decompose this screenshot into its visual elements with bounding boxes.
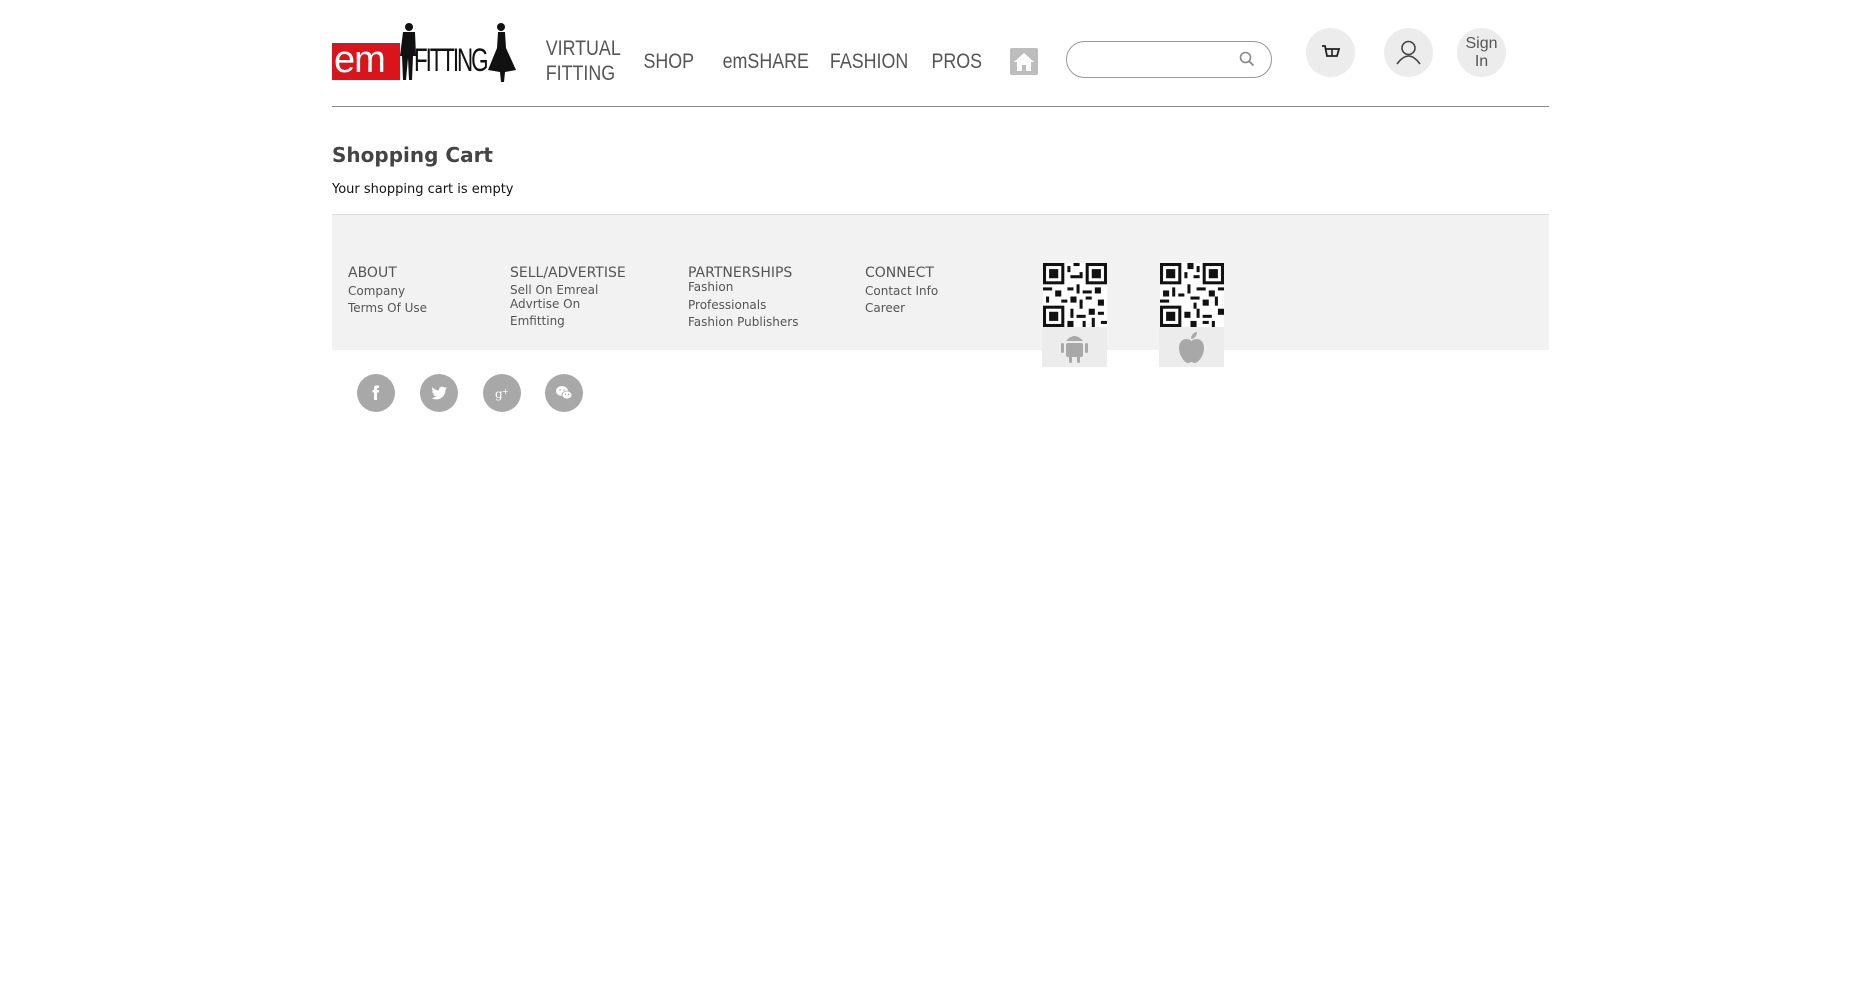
twitter-icon: [431, 386, 447, 400]
nav-virtual-fitting[interactable]: VIRTUAL FITTING: [546, 36, 621, 86]
twitter-button[interactable]: [420, 374, 458, 412]
ios-tab[interactable]: [1159, 327, 1224, 367]
facebook-icon: [372, 385, 379, 400]
cart-button[interactable]: [1306, 28, 1355, 77]
user-icon: [1396, 40, 1421, 65]
site-header: em FITTING VIRTUAL FITTING SHOP emSHARE …: [332, 0, 1549, 107]
emfitting-logo[interactable]: em FITTING: [332, 22, 517, 84]
footer-link-sell-on-emreal[interactable]: Sell On Emreal: [510, 283, 626, 297]
footer-link-terms[interactable]: Terms Of Use: [348, 300, 427, 316]
footer-link-emfitting[interactable]: Emfitting: [510, 313, 626, 329]
android-icon: [1061, 336, 1088, 363]
footer-sell: SELL/ADVERTISE Sell On Emreal Advrtise O…: [510, 265, 626, 329]
footer-connect: CONNECT Contact Info Career: [865, 265, 938, 316]
logo-em-text: em: [332, 41, 400, 80]
footer-link-contact-info[interactable]: Contact Info: [865, 283, 938, 299]
wechat-icon: [556, 386, 573, 400]
logo-woman-figure: [488, 23, 516, 82]
nav-pros[interactable]: PROS: [931, 49, 982, 74]
footer-link-advertise-on[interactable]: Advrtise On: [510, 297, 626, 311]
footer-link-fashion-publishers[interactable]: Fashion Publishers: [688, 314, 798, 330]
footer-connect-heading: CONNECT: [865, 265, 934, 281]
google-plus-button[interactable]: g +: [483, 374, 521, 412]
nav-virtual-fitting-label: VIRTUAL FITTING: [545, 37, 621, 85]
footer-about: ABOUT Company Terms Of Use: [348, 265, 427, 316]
sign-in-button[interactable]: Sign In: [1457, 28, 1506, 77]
footer-link-professionals[interactable]: Professionals: [688, 297, 798, 313]
facebook-button[interactable]: [357, 374, 395, 412]
footer-link-career[interactable]: Career: [865, 300, 938, 316]
nav-shop[interactable]: SHOP: [643, 49, 694, 74]
empty-cart-message: Your shopping cart is empty: [332, 182, 514, 197]
search-box: [1066, 41, 1272, 78]
search-input[interactable]: [1081, 48, 1235, 72]
page-wrapper: em FITTING VIRTUAL FITTING SHOP emSHARE …: [332, 0, 1549, 412]
account-button[interactable]: [1384, 28, 1433, 77]
wechat-button[interactable]: [545, 374, 583, 412]
search-icon[interactable]: [1239, 51, 1255, 67]
footer-about-heading: ABOUT: [348, 265, 397, 281]
nav-emshare[interactable]: emSHARE: [723, 49, 809, 74]
home-icon[interactable]: [1010, 48, 1038, 75]
nav-fashion[interactable]: FASHION: [830, 49, 908, 74]
logo-fitting-text: FITTING: [414, 42, 489, 78]
footer-sell-heading: SELL/ADVERTISE: [510, 265, 626, 281]
cart-icon: [1322, 45, 1341, 57]
site-footer: ABOUT Company Terms Of Use SELL/ADVERTIS…: [332, 214, 1549, 367]
ios-qr-code: [1160, 263, 1224, 327]
footer-link-company[interactable]: Company: [348, 283, 427, 299]
android-tab[interactable]: [1042, 327, 1107, 367]
google-plus-icon: g +: [495, 387, 509, 401]
svg-text:+: +: [502, 387, 509, 396]
footer-partnerships: PARTNERSHIPS Fashion Professionals Fashi…: [688, 265, 798, 330]
page-title: Shopping Cart: [332, 143, 493, 167]
apple-icon: [1179, 332, 1204, 363]
footer-link-fashion[interactable]: Fashion: [688, 279, 798, 295]
android-qr-code: [1043, 263, 1107, 327]
